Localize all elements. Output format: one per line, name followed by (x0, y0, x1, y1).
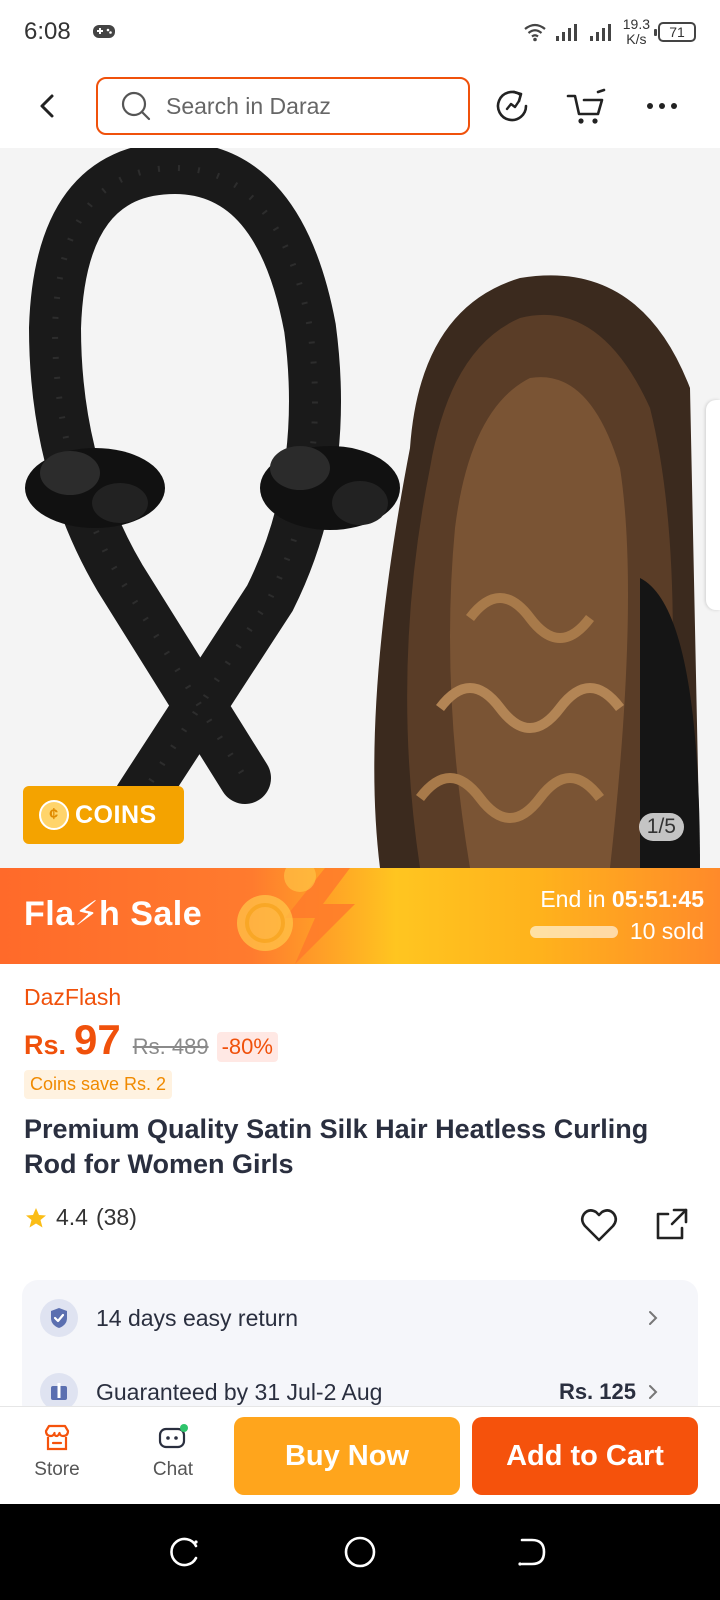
chevron-right-icon (649, 1385, 658, 1399)
status-time: 6:08 (24, 18, 71, 45)
flash-sale-countdown: End in 05:51:45 (540, 886, 704, 913)
store-button[interactable]: Store (22, 1423, 92, 1481)
sold-progress-bar (530, 926, 618, 938)
delivery-guarantee-text: Guaranteed by 31 Jul-2 Aug (96, 1378, 383, 1405)
network-speed: 19.3 K/s (623, 17, 650, 47)
signal-icon (589, 24, 611, 41)
back-icon[interactable] (514, 1534, 550, 1570)
coin-decoration-icon (237, 895, 293, 951)
store-tag: DazFlash (24, 984, 122, 1010)
countdown-label: End in (540, 886, 606, 912)
image-counter: 1/5 (638, 813, 684, 841)
current-price: 97 (74, 1016, 121, 1063)
network-speed-unit: K/s (626, 31, 647, 47)
chat-button[interactable]: Chat (138, 1423, 208, 1481)
store-label: Store (34, 1459, 80, 1480)
signal-icon (555, 24, 577, 41)
heart-icon[interactable] (578, 1204, 620, 1246)
search-input[interactable] (166, 92, 446, 120)
easy-return-text: 14 days easy return (96, 1304, 299, 1331)
top-header (0, 64, 720, 148)
status-bar: 6:08 19.3 K/s 71 (0, 0, 720, 64)
network-speed-value: 19.3 (622, 16, 650, 32)
recent-apps-icon[interactable] (166, 1534, 202, 1570)
flash-sale-title: Fla⚡h Sale (24, 895, 203, 933)
product-image (0, 148, 720, 868)
cart-icon[interactable] (564, 84, 608, 128)
bottom-action-bar: Store Chat Buy Now Add to Cart (0, 1406, 720, 1504)
delivery-fee-group: Rs. 125 (559, 1379, 660, 1405)
chat-label: Chat (152, 1459, 194, 1480)
status-indicators: 19.3 K/s 71 (523, 14, 696, 50)
product-image-gallery[interactable]: ¢ COINS 1/5 (0, 148, 720, 868)
easy-return-chevron (646, 1308, 660, 1328)
more-icon[interactable] (640, 84, 684, 128)
add-to-cart-button[interactable]: Add to Cart (472, 1417, 698, 1495)
search-bar[interactable] (96, 77, 470, 135)
game-controller-icon (93, 25, 115, 38)
chat-icon (158, 1424, 188, 1449)
home-icon[interactable] (342, 1534, 378, 1570)
discount-badge: -80% (216, 1032, 278, 1062)
coins-save-badge: Coins save Rs. 2 (24, 1070, 173, 1099)
battery-icon: 71 (654, 22, 696, 42)
system-navigation-bar (0, 1504, 720, 1600)
battery-level: 71 (669, 24, 685, 40)
share-icon[interactable] (652, 1204, 692, 1244)
delivery-fee: Rs. 125 (558, 1379, 636, 1404)
store-icon (44, 1424, 70, 1451)
chevron-right-icon (649, 1311, 658, 1325)
shield-check-icon (40, 1299, 78, 1337)
price-row: Rs. 97 Rs. 489 -80% (24, 1016, 278, 1064)
coins-badge-label: COINS (75, 800, 157, 829)
easy-return-row[interactable]: 14 days easy return (40, 1298, 680, 1338)
search-icon (121, 91, 151, 121)
buy-now-button[interactable]: Buy Now (234, 1417, 460, 1495)
flash-sale-banner[interactable]: Fla⚡h Sale End in 05:51:45 10 sold (0, 868, 720, 964)
review-count: (38) (95, 1204, 137, 1230)
coin-decoration-icon (284, 868, 316, 892)
star-icon (26, 1207, 46, 1227)
price-currency: Rs. (24, 1030, 67, 1060)
back-arrow-icon[interactable] (28, 86, 68, 126)
service-card: 14 days easy return Guaranteed by 31 Jul… (22, 1280, 698, 1420)
original-price: Rs. 489 (132, 1034, 209, 1059)
next-image-peek[interactable] (706, 400, 720, 610)
countdown-timer: 05:51:45 (611, 886, 704, 912)
wifi-icon (524, 23, 546, 42)
refresh-icon[interactable] (490, 84, 534, 128)
coins-badge: ¢ COINS (23, 786, 184, 844)
rating-row[interactable]: 4.4 (38) (24, 1204, 137, 1231)
rating-value: 4.4 (56, 1204, 88, 1230)
product-title: Premium Quality Satin Silk Hair Heatless… (24, 1114, 649, 1179)
coin-icon: ¢ (39, 800, 69, 830)
sold-count: 10 sold (629, 918, 704, 944)
